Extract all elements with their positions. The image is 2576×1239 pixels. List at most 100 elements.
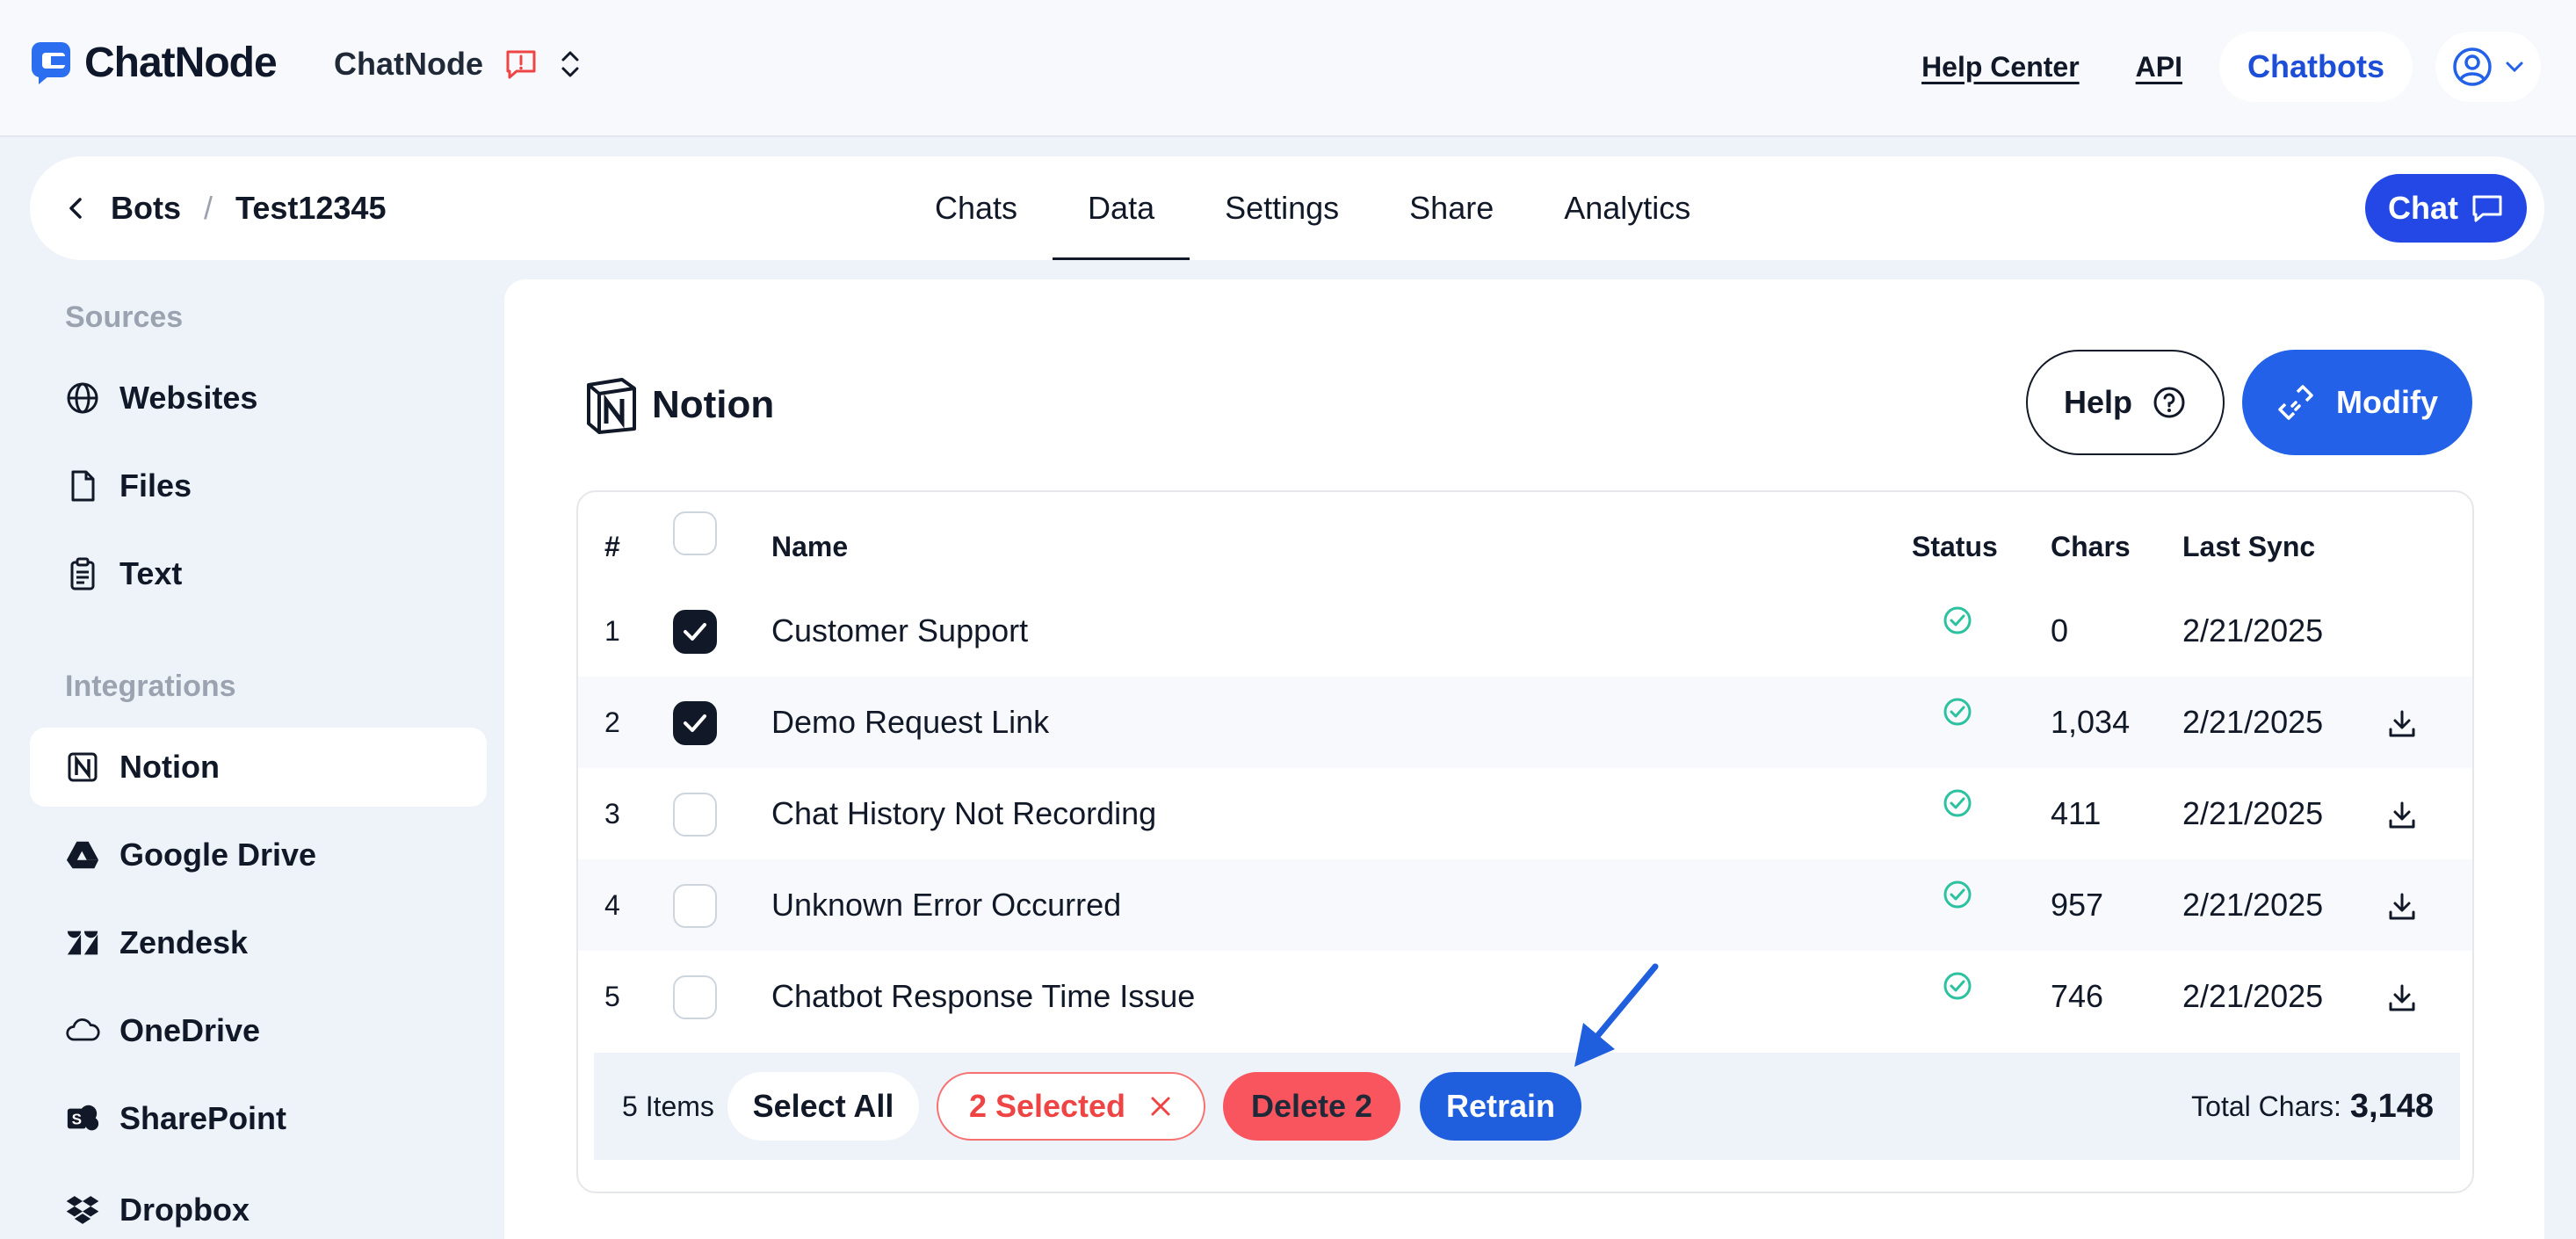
column-header-name: Name: [771, 531, 849, 562]
table-row[interactable]: 1 Customer Support 0 2/21/2025: [578, 585, 2472, 677]
workspace-name: ChatNode: [334, 46, 483, 82]
download-icon[interactable]: [2386, 708, 2418, 740]
panel-title-text: Notion: [652, 383, 775, 426]
table-row[interactable]: 3 Chat History Not Recording 411 2/21/20…: [578, 768, 2472, 859]
api-link[interactable]: API: [2136, 51, 2182, 83]
sidebar-item-dropbox[interactable]: Dropbox: [30, 1170, 487, 1239]
row-chars: 411: [2051, 795, 2102, 831]
items-count: 5 Items: [622, 1090, 714, 1122]
globe-icon: [65, 380, 100, 416]
row-last-sync: 2/21/2025: [2182, 978, 2324, 1014]
clipboard-icon: [65, 556, 100, 591]
sources-heading: Sources: [65, 301, 184, 334]
sidebar-item-label: Zendesk: [119, 924, 249, 960]
modify-button-label: Modify: [2336, 384, 2438, 420]
breadcrumb-bots[interactable]: Bots: [111, 190, 181, 227]
tab-data[interactable]: Data: [1053, 156, 1190, 260]
row-checkbox[interactable]: [673, 884, 717, 928]
chatnode-logo[interactable]: ChatNode: [30, 39, 278, 87]
row-checkbox-checked[interactable]: [673, 610, 717, 654]
google-drive-icon: [65, 837, 100, 873]
link-plug-icon: [2278, 385, 2313, 420]
row-checkbox[interactable]: [673, 975, 717, 1019]
tab-settings[interactable]: Settings: [1190, 156, 1374, 260]
delete-button[interactable]: Delete 2: [1223, 1072, 1400, 1141]
file-icon: [65, 468, 100, 504]
sidebar-item-label: Text: [119, 555, 183, 591]
sharepoint-icon: S: [65, 1101, 100, 1136]
sidebar-item-label: Dropbox: [119, 1192, 250, 1228]
retrain-button[interactable]: Retrain: [1420, 1072, 1581, 1141]
row-name[interactable]: Customer Support: [771, 585, 1028, 677]
back-chevron-icon[interactable]: [65, 195, 88, 221]
row-last-sync: 2/21/2025: [2182, 612, 2324, 648]
table-row[interactable]: 4 Unknown Error Occurred 957 2/21/2025: [578, 859, 2472, 951]
row-chars: 0: [2051, 612, 2069, 648]
status-ok-icon: [1943, 880, 1972, 909]
bot-tabs: Chats Data Settings Share Analytics: [900, 156, 1726, 260]
sidebar-item-google-drive[interactable]: Google Drive: [30, 815, 487, 895]
help-button[interactable]: Help: [2026, 350, 2225, 455]
sidebar-item-text[interactable]: Text: [30, 534, 487, 613]
row-checkbox[interactable]: [673, 793, 717, 837]
user-menu-button[interactable]: [2435, 32, 2541, 102]
row-name[interactable]: Demo Request Link: [771, 677, 1049, 768]
total-chars-value: 3,148: [2349, 1087, 2434, 1125]
alert-message-icon[interactable]: [504, 48, 538, 80]
sidebar-item-onedrive[interactable]: OneDrive: [30, 991, 487, 1070]
total-chars: Total Chars: 3,148: [2191, 1053, 2434, 1160]
help-center-link[interactable]: Help Center: [1921, 51, 2080, 83]
row-name[interactable]: Chatbot Response Time Issue: [771, 951, 1195, 1042]
tab-chats[interactable]: Chats: [900, 156, 1053, 260]
select-all-button[interactable]: Select All: [727, 1072, 919, 1141]
row-name[interactable]: Unknown Error Occurred: [771, 859, 1121, 951]
download-icon[interactable]: [2386, 982, 2418, 1014]
chat-button-label: Chat: [2388, 190, 2458, 226]
breadcrumb: Bots / Test12345: [65, 156, 386, 260]
download-icon[interactable]: [2386, 800, 2418, 831]
selected-count-button[interactable]: 2 Selected: [937, 1072, 1205, 1141]
column-header-num: #: [604, 531, 620, 562]
sidebar-item-label: Files: [119, 467, 192, 504]
sidebar-item-notion[interactable]: Notion: [30, 728, 487, 807]
table-row[interactable]: 2 Demo Request Link 1,034 2/21/2025: [578, 677, 2472, 768]
chatbots-button[interactable]: Chatbots: [2219, 32, 2413, 102]
table-row[interactable]: 5 Chatbot Response Time Issue 746 2/21/2…: [578, 951, 2472, 1042]
top-right-nav: Help Center API Chatbots: [1921, 32, 2541, 102]
column-header-status: Status: [1912, 531, 1998, 562]
row-number: 4: [604, 888, 620, 921]
total-chars-label: Total Chars:: [2191, 1090, 2341, 1122]
sidebar-item-files[interactable]: Files: [30, 446, 487, 525]
close-icon[interactable]: [1148, 1094, 1173, 1119]
status-ok-icon: [1943, 972, 1972, 1000]
notion-icon: [65, 750, 100, 785]
tab-share[interactable]: Share: [1374, 156, 1529, 260]
status-ok-icon: [1943, 698, 1972, 726]
tab-analytics[interactable]: Analytics: [1529, 156, 1726, 260]
zendesk-icon: [65, 925, 100, 960]
chat-button[interactable]: Chat: [2365, 174, 2527, 243]
help-button-label: Help: [2063, 384, 2132, 420]
selected-count-label: 2 Selected: [968, 1088, 1126, 1124]
row-chars: 1,034: [2051, 704, 2131, 740]
integrations-heading: Integrations: [65, 670, 236, 703]
column-header-chars: Chars: [2051, 531, 2131, 562]
row-name[interactable]: Chat History Not Recording: [771, 768, 1156, 859]
svg-text:S: S: [72, 1111, 82, 1128]
sidebar-item-sharepoint[interactable]: S SharePoint: [30, 1079, 487, 1158]
sidebar-item-zendesk[interactable]: Zendesk: [30, 903, 487, 982]
row-checkbox-checked[interactable]: [673, 701, 717, 745]
checkmark-icon: [684, 714, 706, 732]
panel-title: Notion: [583, 376, 774, 434]
notion-logo-icon: [587, 378, 636, 434]
sidebar-item-websites[interactable]: Websites: [30, 359, 487, 438]
modify-button[interactable]: Modify: [2242, 350, 2472, 455]
sidebar-item-label: SharePoint: [119, 1100, 287, 1136]
workspace-switcher[interactable]: ChatNode: [334, 46, 582, 83]
chevron-up-down-icon[interactable]: [559, 48, 582, 80]
download-icon[interactable]: [2386, 891, 2418, 923]
select-all-checkbox[interactable]: [673, 511, 717, 555]
row-last-sync: 2/21/2025: [2182, 887, 2324, 923]
row-number: 5: [604, 980, 620, 1012]
top-bar: ChatNode ChatNode Help Center API Chatbo…: [0, 0, 2576, 137]
